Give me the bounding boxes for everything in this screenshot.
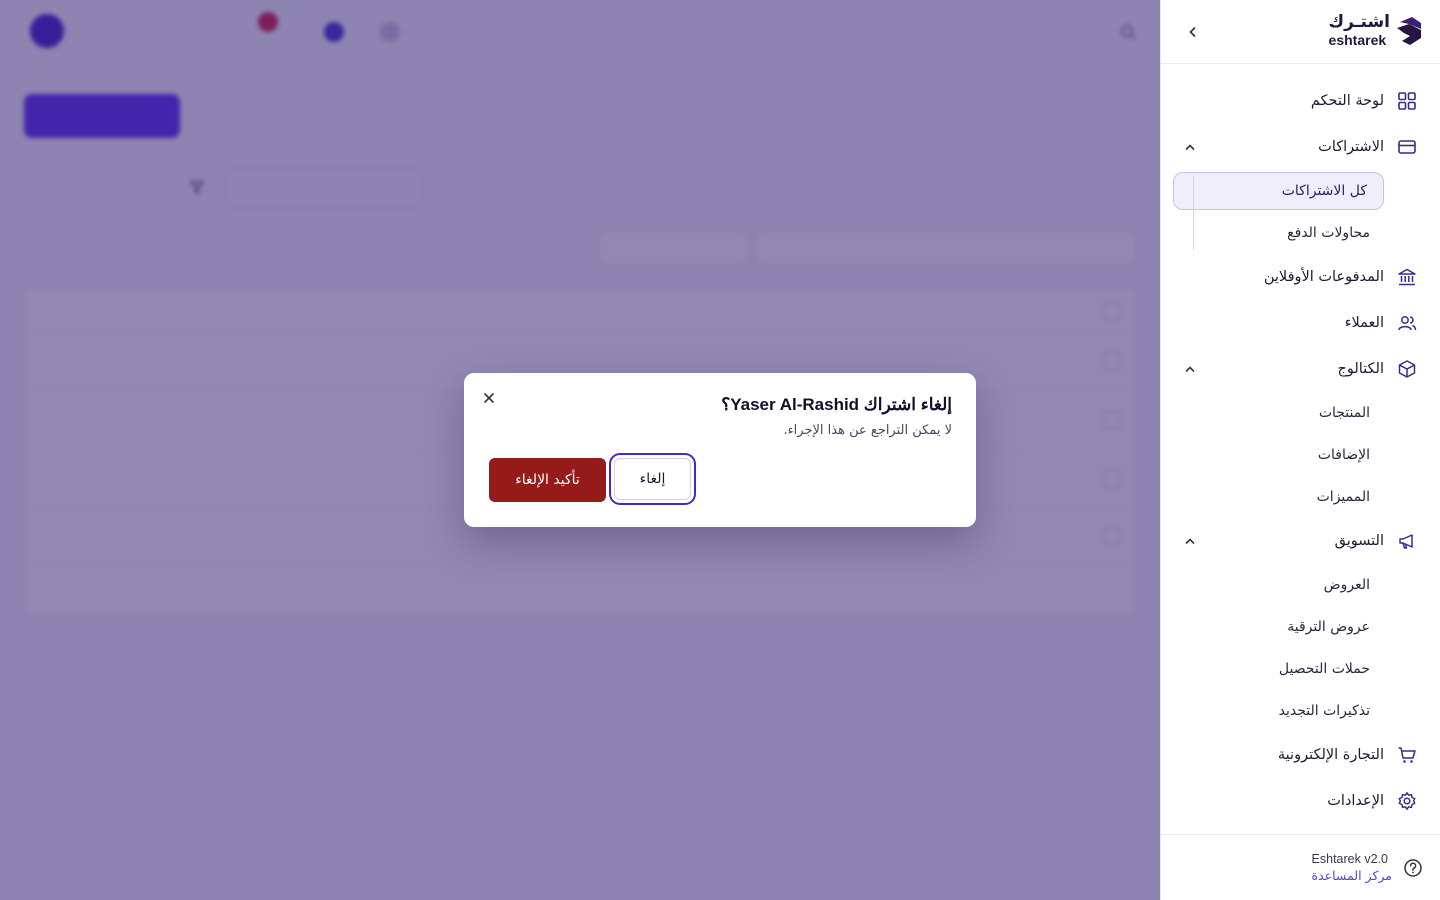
- brand-logo: اشتـرك eshtarek: [1329, 14, 1422, 47]
- sidebar-item-payment-attempts[interactable]: محاولات الدفع: [1161, 212, 1440, 254]
- sidebar-item-products[interactable]: المنتجات: [1161, 392, 1440, 434]
- sidebar-item-catalog[interactable]: الكتالوج: [1161, 346, 1440, 392]
- sidebar: اشتـرك eshtarek لوحة التحكم الاشتراكات ك…: [1160, 0, 1440, 900]
- help-center-link[interactable]: مركز المساعدة: [1312, 868, 1392, 883]
- sidebar-item-settings[interactable]: الإعدادات: [1161, 778, 1440, 824]
- chevron-left-icon: [1189, 27, 1196, 37]
- sidebar-item-offers[interactable]: العروض: [1161, 564, 1440, 606]
- sidebar-item-all-subscriptions[interactable]: كل الاشتراكات: [1173, 172, 1384, 210]
- users-icon: [1396, 312, 1418, 334]
- sidebar-item-features[interactable]: المميزات: [1161, 476, 1440, 518]
- brand-name-ar: اشتـرك: [1328, 12, 1390, 32]
- brand-name-en: eshtarek: [1328, 32, 1387, 48]
- sidebar-item-subscriptions[interactable]: الاشتراكات: [1161, 124, 1440, 170]
- sidebar-item-upgrade-offers[interactable]: عروض الترقية: [1161, 606, 1440, 648]
- sidebar-item-addons[interactable]: الإضافات: [1161, 434, 1440, 476]
- chevron-up-icon[interactable]: [1181, 360, 1199, 378]
- sidebar-item-dunning-campaigns[interactable]: حملات التحصيل: [1161, 648, 1440, 690]
- sidebar-item-dashboard[interactable]: لوحة التحكم: [1161, 78, 1440, 124]
- logo-mark-icon: [1396, 16, 1422, 46]
- sidebar-item-offline-payments[interactable]: المدفوعات الأوفلاين: [1161, 254, 1440, 300]
- app-version: Eshtarek v2.0: [1311, 852, 1388, 866]
- megaphone-icon: [1396, 530, 1418, 552]
- cancel-subscription-dialog: إلغاء اشتراك Yaser Al-Rashid؟ لا يمكن ال…: [464, 373, 976, 527]
- chevron-up-icon[interactable]: [1181, 532, 1199, 550]
- sidebar-item-customers[interactable]: العملاء: [1161, 300, 1440, 346]
- box-icon: [1396, 358, 1418, 380]
- submenu-rail: [1193, 176, 1194, 250]
- marketing-submenu: العروض عروض الترقية حملات التحصيل تذكيرا…: [1161, 564, 1440, 732]
- sidebar-item-label: الكتالوج: [1337, 361, 1384, 377]
- dialog-description: لا يمكن التراجع عن هذا الإجراء.: [783, 423, 952, 438]
- card-icon: [1396, 136, 1418, 158]
- sidebar-item-label: الإعدادات: [1327, 793, 1384, 809]
- help-circle-icon[interactable]: [1402, 857, 1424, 879]
- close-dialog-button[interactable]: [480, 389, 498, 407]
- bank-icon: [1396, 266, 1418, 288]
- sidebar-header: اشتـرك eshtarek: [1161, 0, 1440, 64]
- gear-icon: [1396, 790, 1418, 812]
- sidebar-footer: Eshtarek v2.0 مركز المساعدة: [1161, 834, 1440, 900]
- sidebar-item-ecommerce[interactable]: التجارة الإلكترونية: [1161, 732, 1440, 778]
- dashboard-icon: [1396, 90, 1418, 112]
- subscriptions-submenu: كل الاشتراكات محاولات الدفع: [1161, 172, 1440, 254]
- collapse-sidebar-button[interactable]: [1181, 20, 1205, 44]
- sidebar-item-label: الاشتراكات: [1318, 139, 1384, 155]
- chevron-up-icon[interactable]: [1181, 138, 1199, 156]
- sidebar-item-label: التسويق: [1334, 533, 1384, 549]
- cancel-button[interactable]: إلغاء: [614, 458, 691, 500]
- sidebar-nav: لوحة التحكم الاشتراكات كل الاشتراكات محا…: [1161, 64, 1440, 824]
- sidebar-item-label: العملاء: [1344, 315, 1384, 331]
- cart-icon: [1396, 744, 1418, 766]
- dialog-title: إلغاء اشتراك Yaser Al-Rashid؟: [721, 395, 952, 414]
- sidebar-item-marketing[interactable]: التسويق: [1161, 518, 1440, 564]
- sidebar-item-renewal-reminders[interactable]: تذكيرات التجديد: [1161, 690, 1440, 732]
- confirm-cancellation-button[interactable]: تأكيد الإلغاء: [489, 458, 606, 502]
- sidebar-item-label: المدفوعات الأوفلاين: [1263, 269, 1384, 285]
- sidebar-item-label: لوحة التحكم: [1310, 93, 1384, 109]
- sidebar-item-label: التجارة الإلكترونية: [1277, 747, 1384, 763]
- catalog-submenu: المنتجات الإضافات المميزات: [1161, 392, 1440, 518]
- close-icon: [484, 393, 494, 403]
